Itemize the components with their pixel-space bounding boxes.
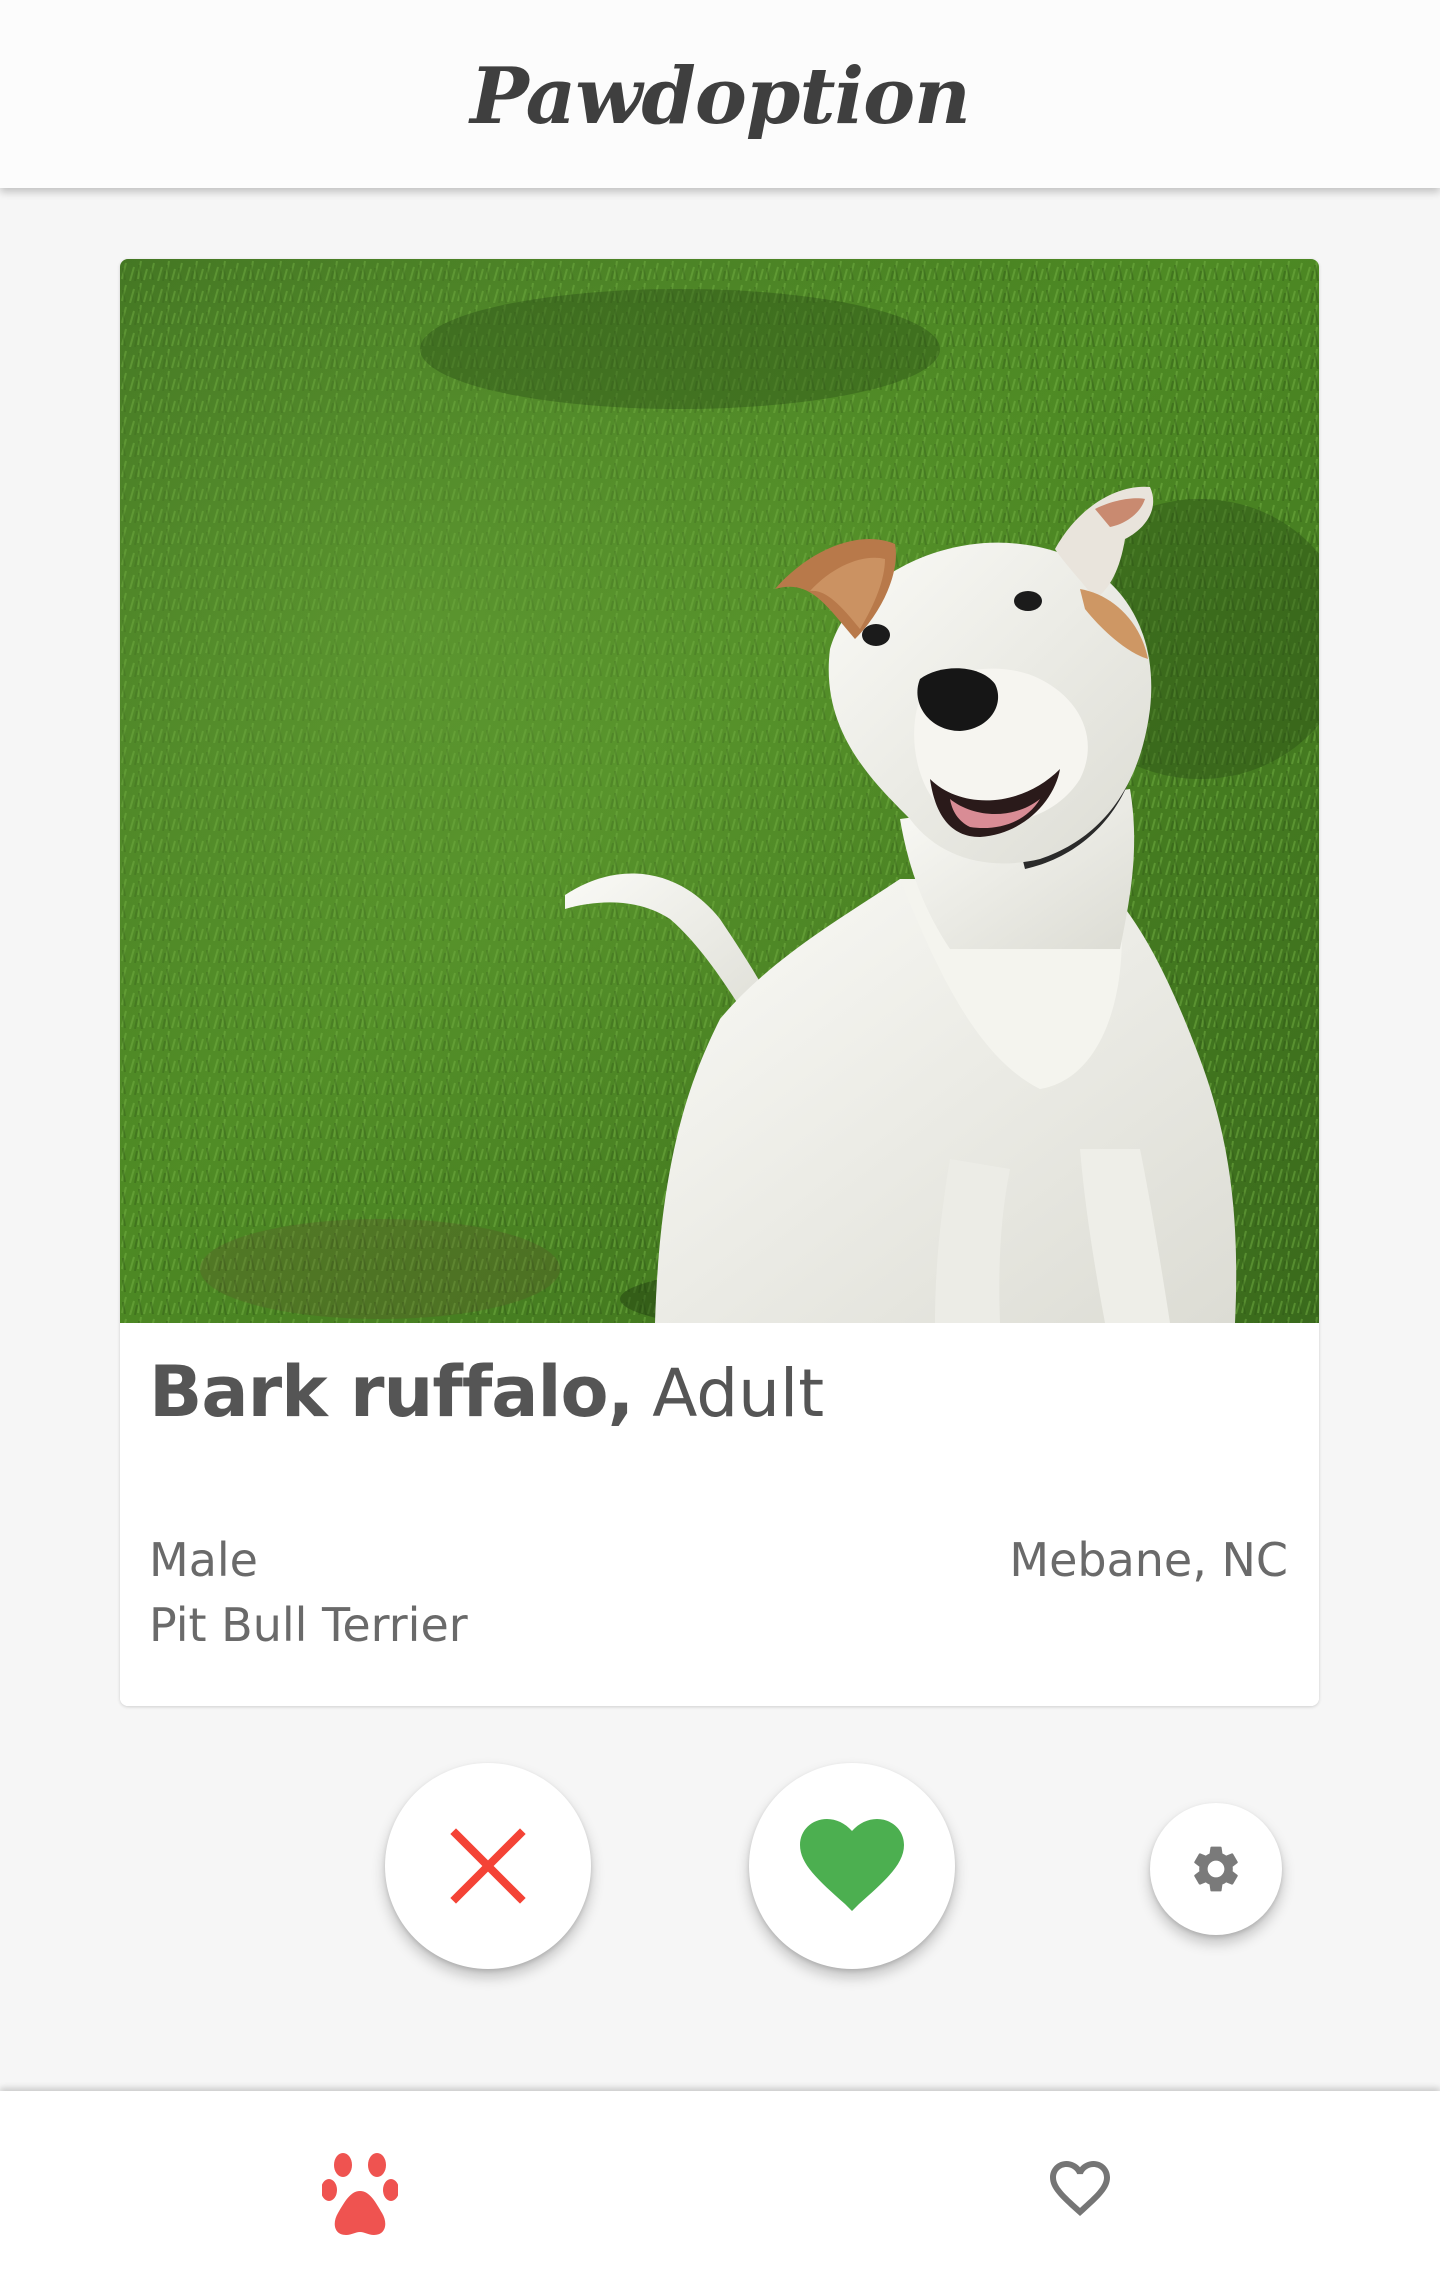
heart-icon bbox=[800, 1819, 904, 1911]
close-icon bbox=[450, 1828, 526, 1904]
pet-age: Adult bbox=[652, 1355, 825, 1432]
app-title: Pawdoption bbox=[470, 50, 971, 142]
pet-card[interactable]: Bark ruffalo, Adult Male Pit Bull Terrier… bbox=[120, 259, 1319, 1706]
pet-location: Mebane, NC bbox=[1009, 1533, 1288, 1587]
pet-photo-image bbox=[120, 259, 1319, 1323]
settings-button[interactable] bbox=[1150, 1803, 1282, 1935]
pet-gender: Male bbox=[149, 1533, 258, 1587]
nav-tab-browse[interactable] bbox=[0, 2091, 720, 2296]
paw-icon bbox=[322, 2152, 398, 2235]
bottom-navigation bbox=[0, 2091, 1440, 2296]
pet-photo bbox=[120, 259, 1319, 1323]
app-bar: Pawdoption bbox=[0, 0, 1440, 188]
gear-icon bbox=[1194, 1846, 1238, 1892]
pet-name: Bark ruffalo bbox=[149, 1351, 609, 1433]
pet-info: Bark ruffalo, Adult Male Pit Bull Terrier… bbox=[120, 1323, 1319, 1706]
like-button[interactable] bbox=[749, 1763, 955, 1969]
pet-name-line: Bark ruffalo, Adult bbox=[149, 1351, 824, 1433]
pet-breed: Pit Bull Terrier bbox=[149, 1598, 468, 1652]
name-separator: , bbox=[607, 1351, 635, 1433]
nav-tab-favorites[interactable] bbox=[720, 2091, 1440, 2296]
nope-button[interactable] bbox=[385, 1763, 591, 1969]
heart-outline-icon bbox=[1050, 2160, 1110, 2216]
